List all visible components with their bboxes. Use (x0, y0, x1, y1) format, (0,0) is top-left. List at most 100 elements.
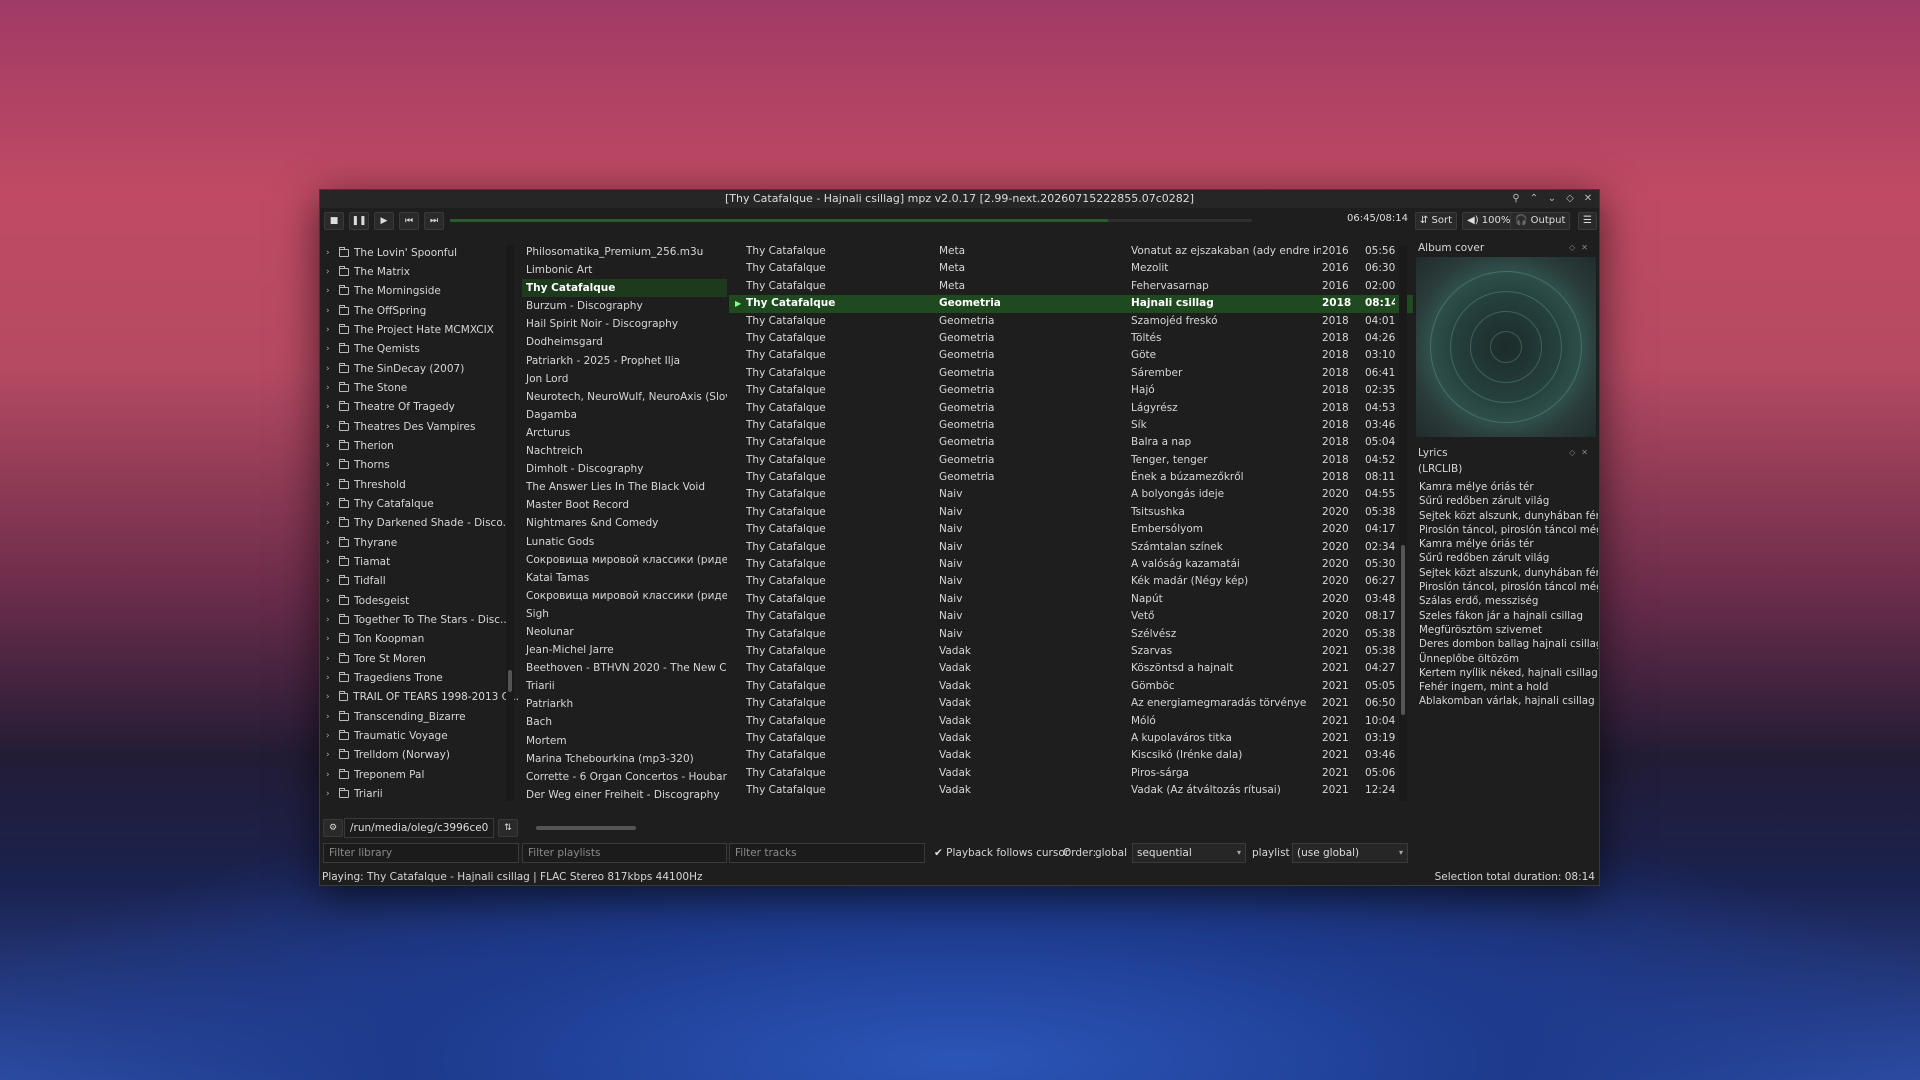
playlist-item[interactable]: Burzum - Discography (522, 297, 727, 315)
chevron-right-icon[interactable]: › (326, 654, 336, 664)
table-row[interactable]: Thy Catafalque Meta Vonatut az ejszakaban … (729, 243, 1413, 260)
table-row[interactable]: Thy Catafalque Meta Fehervasarnap 2016 02:00 (729, 278, 1413, 295)
table-row[interactable]: Thy Catafalque Vadak Vadak (Az átváltozás … (729, 782, 1413, 799)
pause-button[interactable]: ❚❚ (349, 212, 369, 230)
chevron-right-icon[interactable]: › (326, 712, 336, 722)
library-item[interactable]: › Theatre Of Tragedy (323, 398, 519, 417)
library-scroll-thumb[interactable] (508, 670, 512, 692)
table-row[interactable]: ▶ Thy Catafalque Geometria Hajnali csillag 2… (729, 295, 1413, 313)
follow-cursor-checkbox[interactable]: ✔ Playback follows cursor (934, 843, 1069, 863)
table-row[interactable]: Thy Catafalque Naiv Vető 2020 08:17 (729, 608, 1413, 625)
table-row[interactable]: Thy Catafalque Geometria Szamojéd freskó 20… (729, 313, 1413, 330)
playlist-item[interactable]: Сокровища мировой классики (ридерс д (522, 551, 727, 569)
chevron-right-icon[interactable]: › (326, 538, 336, 548)
library-item[interactable]: › Thy Darkened Shade - Disco... (323, 514, 519, 533)
table-row[interactable]: Thy Catafalque Vadak Gömböc 2021 05:05 (729, 678, 1413, 695)
library-item[interactable]: › The Project Hate MCMXCIX (323, 320, 519, 339)
library-item[interactable]: › The Qemists (323, 340, 519, 359)
library-item[interactable]: › The SinDecay (2007) (323, 359, 519, 378)
chevron-right-icon[interactable]: › (326, 499, 336, 509)
volume-button[interactable]: ◀) 100% (1462, 212, 1516, 230)
table-row[interactable]: Thy Catafalque Naiv A bolyongás ideje 2020 0… (729, 486, 1413, 503)
playlist-item[interactable]: Arcturus (522, 424, 727, 442)
table-row[interactable]: Thy Catafalque Geometria Balra a nap 2018 05… (729, 434, 1413, 451)
playlist-hscroll-thumb[interactable] (536, 826, 636, 830)
chevron-right-icon[interactable]: › (326, 306, 336, 316)
chevron-right-icon[interactable]: › (326, 789, 336, 799)
playlist-hscrollbar[interactable] (522, 823, 727, 833)
table-row[interactable]: Thy Catafalque Geometria Töltés 2018 04:26 (729, 330, 1413, 347)
track-filter-input[interactable]: Filter tracks (729, 843, 925, 863)
chevron-right-icon[interactable]: › (326, 267, 336, 277)
chevron-right-icon[interactable]: › (326, 248, 336, 258)
library-path-select[interactable]: /run/media/oleg/c3996ce0 (344, 818, 494, 838)
chevron-right-icon[interactable]: › (326, 770, 336, 780)
library-item[interactable]: › Tore St Moren (323, 649, 519, 668)
chevron-right-icon[interactable]: › (326, 673, 336, 683)
settings-button[interactable]: ⚙ (323, 819, 343, 837)
table-row[interactable]: Thy Catafalque Geometria Ének a búzamezőkr… (729, 469, 1413, 486)
library-item[interactable]: › Thorns (323, 456, 519, 475)
playlist-item[interactable]: The Answer Lies In The Black Void (522, 478, 727, 496)
library-item[interactable]: › Tiamat (323, 552, 519, 571)
playlist-item[interactable]: Beethoven - BTHVN 2020 - The New Comp (522, 659, 727, 677)
table-row[interactable]: Thy Catafalque Geometria Hajó 2018 02:35 (729, 382, 1413, 399)
playlist-item[interactable]: Сокровища мировой классики (ридерс д (522, 587, 727, 605)
chevron-right-icon[interactable]: › (326, 402, 336, 412)
table-row[interactable]: Thy Catafalque Naiv Tsitsushka 2020 05:38 (729, 504, 1413, 521)
chevron-right-icon[interactable]: › (326, 576, 336, 586)
library-item[interactable]: › Todesgeist (323, 591, 519, 610)
chevron-right-icon[interactable]: › (326, 480, 336, 490)
sort-button[interactable]: ⇵ Sort (1415, 212, 1458, 230)
chevron-right-icon[interactable]: › (326, 615, 336, 625)
table-row[interactable]: Thy Catafalque Vadak Szarvas 2021 05:38 (729, 643, 1413, 660)
tracks-scroll-thumb[interactable] (1401, 545, 1405, 715)
table-row[interactable]: Thy Catafalque Naiv Napút 2020 03:48 (729, 591, 1413, 608)
library-item[interactable]: › Trelldom (Norway) (323, 746, 519, 765)
table-row[interactable]: Thy Catafalque Vadak A kupolaváros titka 20… (729, 730, 1413, 747)
stop-button[interactable]: ■ (324, 212, 344, 230)
library-sort-button[interactable]: ⇅ (498, 819, 518, 837)
playlist-item[interactable]: Nightmares &nd Comedy (522, 514, 727, 532)
playlist-item[interactable]: Philosomatika_Premium_256.m3u (522, 243, 727, 261)
chevron-right-icon[interactable]: › (326, 383, 336, 393)
library-item[interactable]: › Tragediens Trone (323, 668, 519, 687)
library-item[interactable]: › The OffSpring (323, 301, 519, 320)
tracks-scrollbar[interactable] (1399, 245, 1407, 801)
table-row[interactable]: Thy Catafalque Naiv A valóság kazamatái 202… (729, 556, 1413, 573)
chevron-right-icon[interactable]: › (326, 731, 336, 741)
playlist-filter-input[interactable]: Filter playlists (522, 843, 727, 863)
playlist-item[interactable]: Triarii (522, 677, 727, 695)
close-icon[interactable]: ✕ (1583, 190, 1593, 208)
playlist-item[interactable]: Dimholt - Discography (522, 460, 727, 478)
chevron-right-icon[interactable]: › (326, 750, 336, 760)
chevron-down-icon[interactable]: ⌄ (1547, 190, 1557, 208)
library-item[interactable]: › Therion (323, 436, 519, 455)
table-row[interactable]: Thy CatafalqueVadakZúzmara2021 05:33 (729, 800, 1413, 801)
output-button[interactable]: 🎧 Output (1510, 212, 1571, 230)
chevron-right-icon[interactable]: › (326, 441, 336, 451)
library-item[interactable]: › TRAIL OF TEARS 1998-2013 C... (323, 688, 519, 707)
playlist-item[interactable]: Dagamba (522, 406, 727, 424)
library-item[interactable]: › The Morningside (323, 282, 519, 301)
chevron-right-icon[interactable]: › (326, 596, 336, 606)
table-row[interactable]: Thy Catafalque Vadak Kiscsikó (Irénke dala… (729, 747, 1413, 764)
float-icon[interactable]: ◇ (1569, 448, 1581, 457)
chevron-right-icon[interactable]: › (326, 518, 336, 528)
playlist-item[interactable]: Katai Tamas (522, 569, 727, 587)
library-item[interactable]: › Threshold (323, 475, 519, 494)
table-row[interactable]: Thy Catafalque Naiv Embersólyom 2020 04:17 (729, 521, 1413, 538)
prev-button[interactable]: ⏮ (399, 212, 419, 230)
playlist-item[interactable]: Jon Lord (522, 370, 727, 388)
table-row[interactable]: Thy Catafalque Vadak Piros-sárga 2021 05:06 (729, 765, 1413, 782)
chevron-right-icon[interactable]: › (326, 422, 336, 432)
playlist-item[interactable]: Master Boot Record (522, 496, 727, 514)
next-button[interactable]: ⏭ (424, 212, 444, 230)
play-button[interactable]: ▶ (374, 212, 394, 230)
playlist-item[interactable]: Der Weg einer Freiheit - Discography (522, 786, 727, 800)
table-row[interactable]: Thy Catafalque Geometria Lágyrész 2018 04:53 (729, 400, 1413, 417)
table-row[interactable]: Thy Catafalque Naiv Kék madár (Négy kép) 20… (729, 573, 1413, 590)
table-row[interactable]: Thy Catafalque Vadak Köszöntsd a hajnalt 20… (729, 660, 1413, 677)
menu-button[interactable]: ☰ (1578, 212, 1597, 230)
chevrons-up-icon[interactable]: ⌃ (1529, 190, 1539, 208)
